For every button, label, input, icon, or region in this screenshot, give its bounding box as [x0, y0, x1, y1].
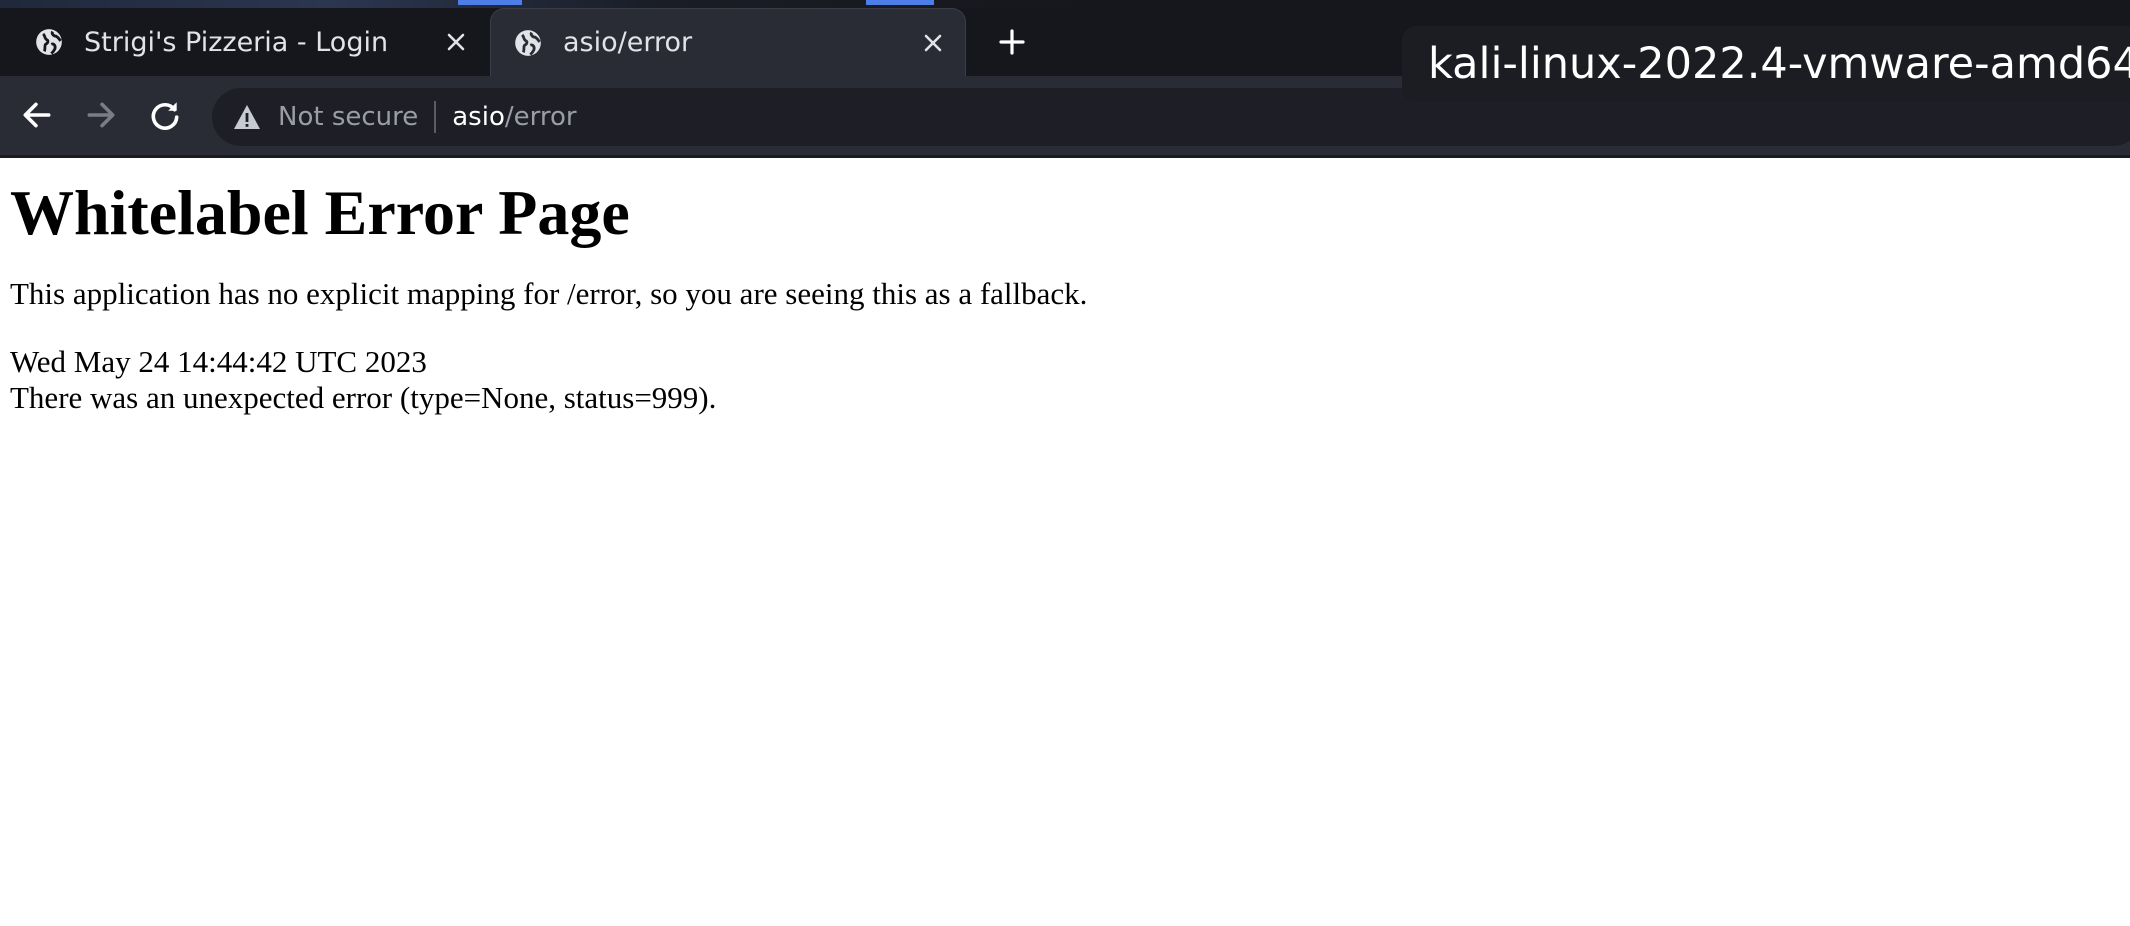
close-icon[interactable] — [436, 22, 476, 62]
url-text[interactable]: asio/error — [452, 102, 576, 132]
tab-asio-error[interactable]: asio/error — [490, 8, 966, 76]
error-timestamp: Wed May 24 14:44:42 UTC 2023 — [10, 343, 427, 379]
security-status-label[interactable]: Not secure — [278, 102, 418, 132]
globe-icon — [34, 27, 64, 57]
forward-arrow-icon — [84, 98, 118, 136]
forward-button[interactable] — [76, 92, 126, 142]
error-message: This application has no explicit mapping… — [10, 275, 1088, 311]
warning-triangle-icon[interactable] — [230, 100, 264, 134]
reload-icon — [148, 98, 182, 136]
back-button[interactable] — [12, 92, 62, 142]
page-title: Whitelabel Error Page — [10, 177, 630, 248]
tab-loading-indicator — [866, 0, 934, 5]
url-path: /error — [504, 102, 577, 132]
page-content: Whitelabel Error Page This application h… — [10, 158, 2120, 416]
vm-name-overlay: kali-linux-2022.4-vmware-amd64 — [1402, 26, 2130, 102]
omnibox-divider — [434, 101, 437, 133]
back-arrow-icon — [20, 98, 54, 136]
plus-icon — [998, 28, 1026, 60]
new-tab-button[interactable] — [990, 22, 1034, 66]
tab-title: asio/error — [563, 27, 693, 58]
tab-title: Strigi's Pizzeria - Login — [84, 26, 389, 58]
reload-button[interactable] — [140, 92, 190, 142]
close-icon[interactable] — [913, 23, 953, 63]
tab-loading-indicator — [458, 0, 522, 5]
url-host: asio — [452, 102, 505, 132]
tab-strigis-pizzeria-login[interactable]: Strigi's Pizzeria - Login — [0, 8, 488, 76]
globe-icon — [513, 28, 543, 58]
desktop-background-strip — [0, 0, 1100, 8]
error-detail: There was an unexpected error (type=None… — [10, 379, 717, 415]
